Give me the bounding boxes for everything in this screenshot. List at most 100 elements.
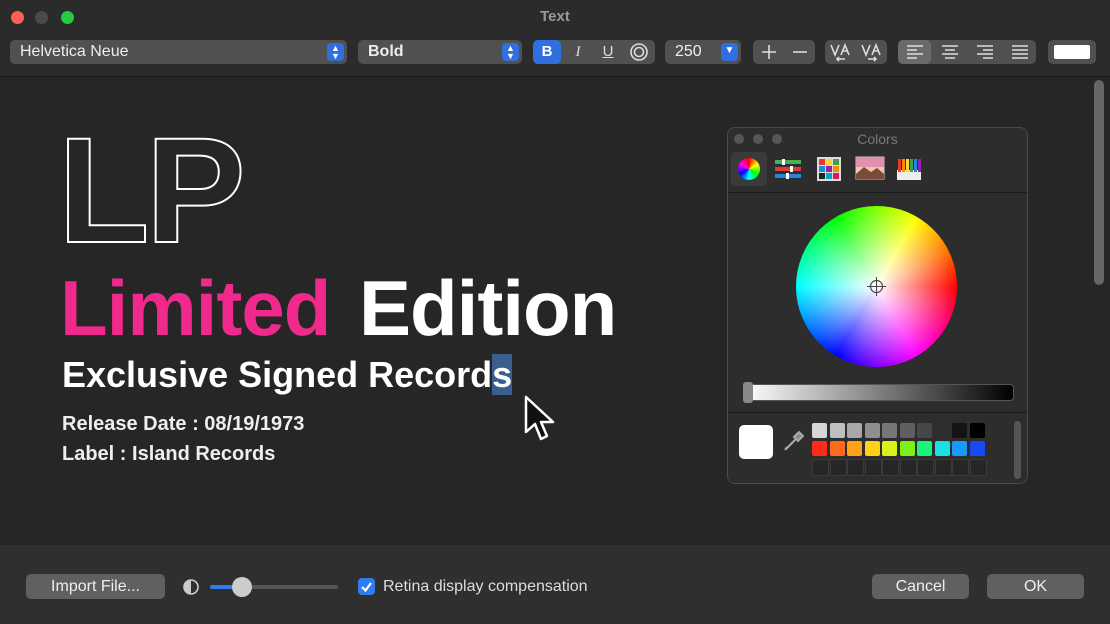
color-swatch[interactable] (829, 459, 847, 476)
color-swatch[interactable] (829, 441, 845, 456)
contrast-icon (183, 579, 199, 595)
outline-icon (630, 43, 648, 61)
bold-button[interactable]: B (533, 40, 561, 64)
vertical-scrollbar[interactable] (1094, 80, 1104, 285)
current-color-swatch[interactable] (739, 425, 773, 459)
color-swatch[interactable] (864, 441, 880, 456)
color-swatch[interactable] (899, 441, 915, 456)
color-swatch[interactable] (812, 423, 827, 438)
align-right-icon (976, 45, 993, 59)
color-swatch[interactable] (812, 459, 829, 476)
align-right-button[interactable] (968, 40, 1001, 64)
underline-button[interactable]: U (594, 40, 622, 64)
color-swatch[interactable] (952, 423, 967, 438)
edition-word: Edition (359, 264, 617, 352)
color-swatch[interactable] (899, 459, 917, 476)
color-swatch[interactable] (969, 423, 985, 438)
colors-panel-title: Colors (857, 131, 898, 147)
retina-checkbox[interactable] (358, 578, 375, 595)
align-left-icon (906, 45, 923, 59)
eyedropper-icon[interactable] (782, 427, 804, 453)
colors-panel-tabs (728, 148, 1027, 193)
color-swatch[interactable] (812, 441, 827, 456)
brightness-slider[interactable] (743, 382, 1014, 403)
color-swatch[interactable] (882, 441, 897, 456)
color-swatch[interactable] (934, 459, 952, 476)
text-color-swatch (1054, 45, 1090, 59)
color-swatch[interactable] (952, 459, 969, 476)
color-swatch[interactable] (917, 459, 934, 476)
compensation-slider[interactable] (210, 577, 338, 597)
color-swatch[interactable] (882, 423, 897, 438)
size-step-segment (753, 40, 815, 64)
text-style-segment: B I U (533, 40, 655, 64)
text-color-well[interactable] (1048, 40, 1096, 64)
font-size-combo[interactable]: 250 ▼ (665, 40, 741, 64)
font-style-popup[interactable]: Bold ▲ ▼ (358, 40, 522, 64)
retina-label: Retina display compensation (383, 578, 588, 595)
compensation-slider-thumb[interactable] (231, 577, 252, 597)
tab-pencils[interactable] (896, 156, 922, 182)
tab-color-wheel[interactable] (731, 152, 767, 186)
color-swatch[interactable] (847, 459, 864, 476)
color-wheel[interactable] (796, 206, 957, 367)
color-swatch[interactable] (969, 459, 987, 476)
release-date-line: Release Date : 08/19/1973 (62, 413, 305, 435)
color-swatch[interactable] (952, 441, 967, 456)
colors-panel: Colors (727, 127, 1028, 484)
justify-button[interactable] (1003, 40, 1036, 64)
color-swatch[interactable] (899, 423, 915, 438)
lp-outline-text: LP (57, 106, 247, 274)
plus-icon (761, 45, 776, 59)
selected-text[interactable]: s (492, 354, 513, 395)
increase-size-button[interactable] (753, 40, 784, 64)
outline-button[interactable] (625, 40, 653, 64)
color-swatch[interactable] (864, 459, 882, 476)
font-size-value: 250 (675, 43, 702, 60)
align-center-icon (941, 45, 958, 59)
sliders-icon (775, 159, 801, 179)
import-file-button[interactable]: Import File... (26, 574, 165, 599)
limited-word: Limited (60, 264, 331, 352)
color-swatch[interactable] (969, 441, 985, 456)
italic-icon: I (575, 44, 581, 60)
color-swatch[interactable] (934, 423, 950, 438)
align-center-button[interactable] (933, 40, 966, 64)
color-swatch[interactable] (864, 423, 880, 438)
tab-palettes[interactable] (816, 156, 842, 182)
image-palette-icon (855, 156, 885, 180)
loosen-kerning-button[interactable] (856, 40, 887, 64)
chevron-updown-icon: ▲ ▼ (327, 43, 344, 61)
swatch-area (728, 412, 1027, 483)
align-left-button[interactable] (898, 40, 931, 64)
alignment-segment (898, 40, 1036, 64)
decrease-size-button[interactable] (784, 40, 815, 64)
font-family-popup[interactable]: Helvetica Neue ▲ ▼ (10, 40, 347, 64)
color-swatch[interactable] (847, 441, 862, 456)
palettes-icon (817, 157, 841, 181)
color-swatch[interactable] (829, 423, 845, 438)
swatch-scrollbar[interactable] (1014, 421, 1021, 479)
title-bar: Text (0, 0, 1110, 34)
ok-button[interactable]: OK (987, 574, 1084, 599)
justify-icon (1011, 45, 1028, 59)
brightness-slider-thumb[interactable] (743, 382, 753, 403)
color-swatch[interactable] (934, 441, 950, 456)
italic-button[interactable]: I (564, 40, 592, 64)
format-toolbar: Helvetica Neue ▲ ▼ Bold ▲ ▼ B I U 250 ▼ (0, 34, 1110, 77)
color-swatch[interactable] (917, 423, 932, 438)
kern-loosen-icon (860, 42, 881, 62)
tighten-kerning-button[interactable] (825, 40, 856, 64)
tab-sliders[interactable] (774, 158, 802, 180)
kerning-segment (825, 40, 887, 64)
color-swatch[interactable] (882, 459, 899, 476)
cancel-button[interactable]: Cancel (872, 574, 969, 599)
tab-image-palettes[interactable] (855, 156, 885, 182)
headline: Limited Edition (60, 268, 617, 348)
subtitle-text: Exclusive Signed Record (62, 354, 493, 395)
color-swatch[interactable] (917, 441, 932, 456)
font-family-value: Helvetica Neue (20, 43, 129, 60)
color-swatch[interactable] (847, 423, 862, 438)
subtitle-line[interactable]: Exclusive Signed Records (62, 354, 513, 396)
font-style-value: Bold (368, 43, 404, 60)
